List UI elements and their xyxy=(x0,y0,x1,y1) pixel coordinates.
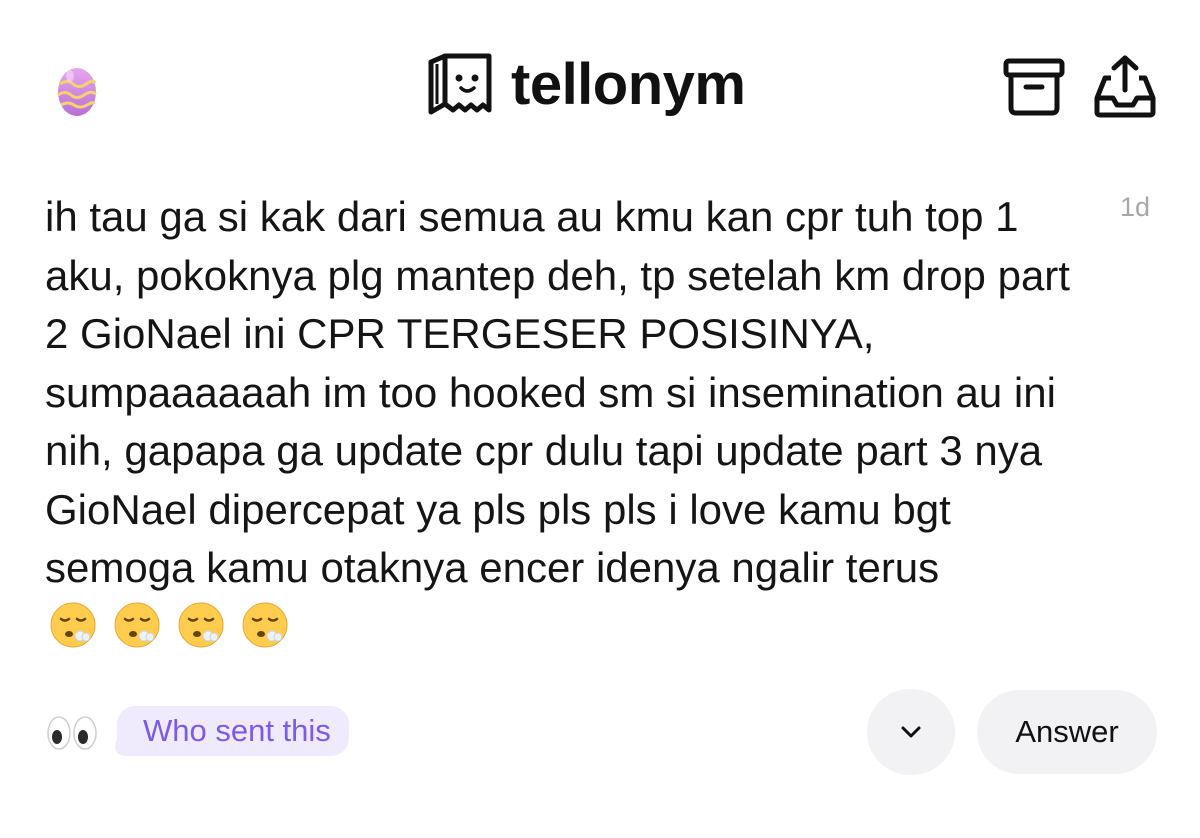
share-tray-icon[interactable] xyxy=(1093,54,1157,118)
answer-button[interactable]: Answer xyxy=(977,690,1157,774)
tell-timestamp: 1d xyxy=(1120,192,1151,222)
easter-egg-icon[interactable] xyxy=(55,62,99,118)
tell-message: ih tau ga si kak dari semua au kmu kan c… xyxy=(45,188,1075,656)
more-options-button[interactable] xyxy=(867,689,955,775)
who-sent-this-button[interactable]: Who sent this xyxy=(117,706,349,756)
tell-text: ih tau ga si kak dari semua au kmu kan c… xyxy=(45,193,1070,591)
emoji-row xyxy=(49,601,289,649)
face-exhaling-emoji-icon xyxy=(242,602,288,647)
brand-name: tellonym xyxy=(511,52,746,117)
who-sent-this-label: Who sent this xyxy=(143,713,331,748)
brand-logo: tellonym xyxy=(427,52,746,118)
face-exhaling-emoji-icon xyxy=(178,602,224,647)
answer-label: Answer xyxy=(1015,714,1119,749)
face-exhaling-emoji-icon xyxy=(50,602,96,647)
face-exhaling-emoji-icon xyxy=(114,602,160,647)
tell-screen: tellonym 1d ih tau ga si kak dari semua … xyxy=(0,0,1200,838)
eyes-icon xyxy=(47,716,97,750)
tellonym-logo-icon xyxy=(428,53,492,115)
archive-box-icon[interactable] xyxy=(1003,58,1065,116)
chevron-down-icon xyxy=(901,726,921,738)
